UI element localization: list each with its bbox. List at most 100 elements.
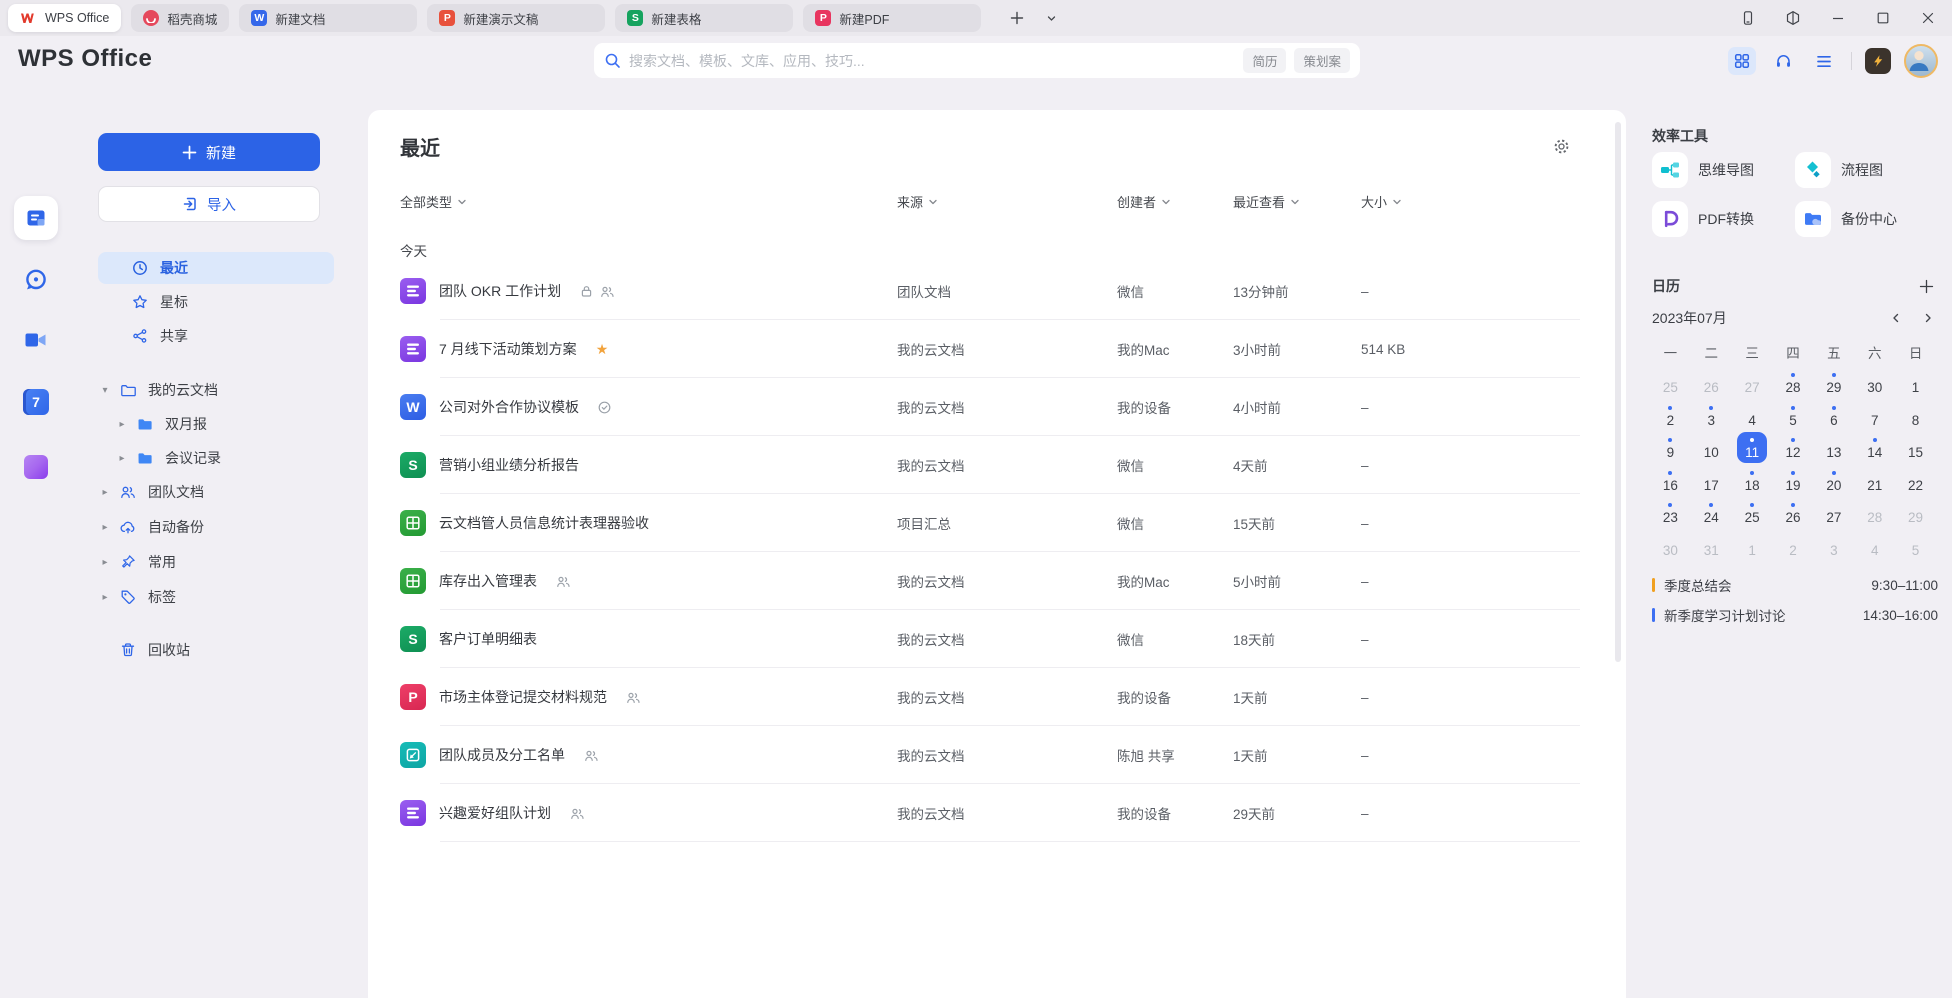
file-row[interactable]: S 营销小组业绩分析报告 我的云文档 微信 4天前 – <box>368 436 1626 494</box>
calendar-day[interactable]: 28 <box>1854 496 1895 529</box>
tool-flowchart[interactable]: 流程图 <box>1795 152 1940 188</box>
search-tag[interactable]: 策划案 <box>1294 48 1350 73</box>
sidebar-tree-6[interactable]: ▸ 标签 <box>98 581 334 613</box>
sidebar-item-recent[interactable]: 最近 <box>98 252 334 284</box>
calendar-day[interactable]: 1 <box>1895 366 1936 399</box>
calendar-day[interactable]: 30 <box>1650 529 1691 562</box>
file-row[interactable]: 云文档管人员信息统计表理器验收 项目汇总 微信 15天前 – <box>368 494 1626 552</box>
filter-4[interactable]: 大小 <box>1361 192 1594 211</box>
new-tab-button[interactable] <box>1005 6 1029 30</box>
calendar-day[interactable]: 3 <box>1813 529 1854 562</box>
sidebar-item-shared[interactable]: 共享 <box>98 320 334 352</box>
calendar-day[interactable]: 5 <box>1895 529 1936 562</box>
calendar-day[interactable]: 8 <box>1895 399 1936 432</box>
caret-down-icon[interactable]: ▾ <box>98 385 112 396</box>
calendar-day[interactable]: 4 <box>1732 399 1773 432</box>
new-document-button[interactable]: 新建 <box>98 133 320 171</box>
calendar-event[interactable]: 新季度学习计划讨论 14:30–16:00 <box>1652 600 1938 630</box>
close-button[interactable] <box>1916 6 1940 30</box>
member-badge-icon[interactable] <box>1865 48 1891 74</box>
calendar-day[interactable]: 2 <box>1650 399 1691 432</box>
tab-pdf[interactable]: P 新建PDF <box>803 4 981 32</box>
file-row[interactable]: 库存出入管理表 我的云文档 我的Mac 5小时前 – <box>368 552 1626 610</box>
caret-right-icon[interactable]: ▸ <box>98 557 112 568</box>
calendar-day[interactable]: 6 <box>1813 399 1854 432</box>
calendar-day[interactable]: 12 <box>1773 431 1814 464</box>
calendar-day[interactable]: 20 <box>1813 464 1854 497</box>
caret-right-icon[interactable]: ▸ <box>98 522 112 533</box>
calendar-day[interactable]: 14 <box>1854 431 1895 464</box>
search-tag[interactable]: 简历 <box>1243 48 1286 73</box>
calendar-day[interactable]: 7 <box>1854 399 1895 432</box>
tool-pdf-convert[interactable]: PDF转换 <box>1652 201 1795 237</box>
calendar-day[interactable]: 10 <box>1691 431 1732 464</box>
workspace-box-icon[interactable] <box>1781 6 1805 30</box>
calendar-day[interactable]: 27 <box>1813 496 1854 529</box>
headset-support-icon[interactable] <box>1769 47 1797 75</box>
caret-right-icon[interactable]: ▸ <box>115 419 129 430</box>
filter-0[interactable]: 全部类型 <box>400 192 897 211</box>
calendar-day[interactable]: 21 <box>1854 464 1895 497</box>
filter-2[interactable]: 创建者 <box>1117 192 1233 211</box>
calendar-day[interactable]: 25 <box>1732 496 1773 529</box>
file-row[interactable]: S 客户订单明细表 我的云文档 微信 18天前 – <box>368 610 1626 668</box>
calendar-event[interactable]: 季度总结会 9:30–11:00 <box>1652 570 1938 600</box>
mobile-device-icon[interactable] <box>1736 6 1760 30</box>
calendar-day[interactable]: 24 <box>1691 496 1732 529</box>
maximize-button[interactable] <box>1871 6 1895 30</box>
calendar-day[interactable]: 15 <box>1895 431 1936 464</box>
list-settings-gear-icon[interactable] <box>1553 138 1570 155</box>
calendar-day[interactable]: 9 <box>1650 431 1691 464</box>
sidebar-item-trash[interactable]: 回收站 <box>98 634 334 666</box>
calendar-day[interactable]: 2 <box>1773 529 1814 562</box>
calendar-day[interactable]: 18 <box>1732 464 1773 497</box>
minimize-button[interactable] <box>1826 6 1850 30</box>
import-button[interactable]: 导入 <box>98 186 320 222</box>
file-row[interactable]: W 公司对外合作协议模板 我的云文档 我的设备 4小时前 – <box>368 378 1626 436</box>
file-row[interactable]: 团队 OKR 工作计划 团队文档 微信 13分钟前 – <box>368 262 1626 320</box>
calendar-prev-icon[interactable] <box>1890 312 1902 324</box>
sidebar-tree-0[interactable]: ▾ 我的云文档 <box>98 374 334 406</box>
calendar-day[interactable]: 27 <box>1732 366 1773 399</box>
sidebar-tree-5[interactable]: ▸ 常用 <box>98 546 334 578</box>
rail-item-messages[interactable] <box>23 267 49 293</box>
add-event-plus-icon[interactable] <box>1919 279 1934 294</box>
calendar-day[interactable]: 17 <box>1691 464 1732 497</box>
file-row[interactable]: 兴趣爱好组队计划 我的云文档 我的设备 29天前 – <box>368 784 1626 842</box>
calendar-day[interactable]: 26 <box>1773 496 1814 529</box>
calendar-day[interactable]: 30 <box>1854 366 1895 399</box>
calendar-day[interactable]: 4 <box>1854 529 1895 562</box>
sidebar-tree-1[interactable]: ▸ 双月报 <box>98 408 351 440</box>
calendar-next-icon[interactable] <box>1922 312 1934 324</box>
user-avatar[interactable] <box>1904 44 1938 78</box>
scrollbar[interactable] <box>1615 122 1621 662</box>
search-bar[interactable]: 搜索文档、模板、文库、应用、技巧... 简历策划案 <box>594 43 1360 78</box>
tab-wps[interactable]: WPS Office <box>8 4 121 32</box>
calendar-day[interactable]: 29 <box>1895 496 1936 529</box>
calendar-day[interactable]: 25 <box>1650 366 1691 399</box>
calendar-day-selected[interactable]: 11 <box>1732 431 1773 464</box>
rail-item-meetings[interactable] <box>23 328 49 352</box>
sidebar-tree-2[interactable]: ▸ 会议记录 <box>98 442 351 474</box>
calendar-day[interactable]: 28 <box>1773 366 1814 399</box>
sidebar-item-starred[interactable]: 星标 <box>98 286 334 318</box>
rail-item-docs-home[interactable] <box>14 196 58 240</box>
calendar-day[interactable]: 26 <box>1691 366 1732 399</box>
file-row[interactable]: 团队成员及分工名单 我的云文档 陈旭 共享 1天前 – <box>368 726 1626 784</box>
tab-docer[interactable]: 稻壳商城 <box>131 4 229 32</box>
filter-3[interactable]: 最近查看 <box>1233 192 1361 211</box>
caret-right-icon[interactable]: ▸ <box>98 592 112 603</box>
filter-1[interactable]: 来源 <box>897 192 1117 211</box>
tab-writer[interactable]: W 新建文档 <box>239 4 417 32</box>
tab-list-chevron-icon[interactable] <box>1039 6 1063 30</box>
calendar-day[interactable]: 29 <box>1813 366 1854 399</box>
tool-backup[interactable]: 备份中心 <box>1795 201 1940 237</box>
calendar-day[interactable]: 3 <box>1691 399 1732 432</box>
menu-lines-icon[interactable] <box>1810 47 1838 75</box>
sidebar-tree-3[interactable]: ▸ 团队文档 <box>98 476 334 508</box>
file-row[interactable]: P 市场主体登记提交材料规范 我的云文档 我的设备 1天前 – <box>368 668 1626 726</box>
calendar-day[interactable]: 5 <box>1773 399 1814 432</box>
rail-item-apps[interactable] <box>24 455 48 479</box>
sidebar-tree-4[interactable]: ▸ 自动备份 <box>98 511 334 543</box>
rail-item-calendar[interactable]: 7 <box>23 389 49 415</box>
